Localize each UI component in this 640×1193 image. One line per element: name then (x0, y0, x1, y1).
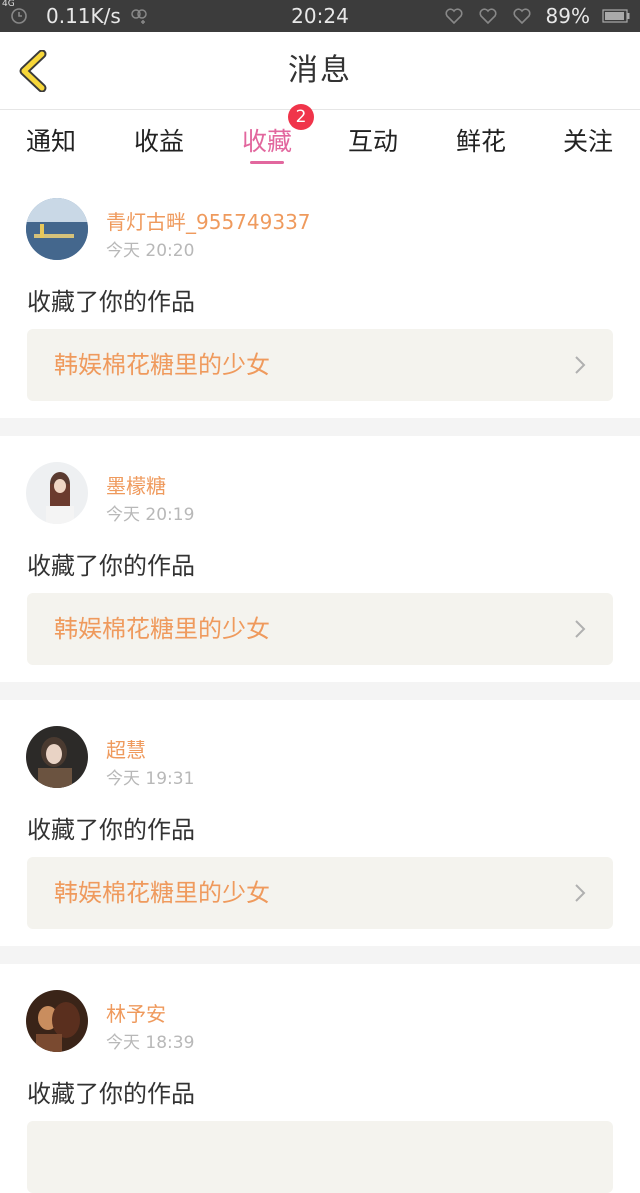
username[interactable]: 青灯古畔_955749337 (106, 206, 311, 235)
work-title: 韩娱棉花糖里的少女 (54, 879, 270, 907)
work-link[interactable]: 韩娱棉花糖里的少女 (27, 857, 613, 929)
tab-follow[interactable]: 关注 (543, 122, 633, 158)
chevron-right-icon (575, 884, 586, 902)
message-time: 今天 20:19 (106, 505, 195, 525)
nav-header: 消息 (0, 32, 640, 110)
work-link[interactable]: 韩娱棉花糖里的少女 (27, 329, 613, 401)
divider (0, 418, 640, 436)
tab-bar: 通知 收益 收藏 互动 鲜花 关注 (0, 110, 640, 176)
unread-badge: 2 (288, 104, 314, 130)
battery-icon (602, 9, 630, 23)
message-time: 今天 18:39 (106, 1033, 195, 1053)
tab-earnings[interactable]: 收益 (114, 122, 204, 158)
username[interactable]: 林予安 (106, 998, 166, 1027)
username[interactable]: 墨檬糖 (106, 470, 166, 499)
battery-percent: 89% (545, 4, 590, 28)
divider (0, 946, 640, 964)
heart-status-icon (513, 8, 531, 25)
work-link[interactable] (27, 1121, 613, 1193)
message-time: 今天 19:31 (106, 769, 195, 789)
chevron-right-icon (575, 620, 586, 638)
tab-interaction[interactable]: 互动 (328, 122, 418, 158)
action-text: 收藏了你的作品 (27, 552, 195, 580)
tab-flowers[interactable]: 鲜花 (436, 122, 526, 158)
message-card: 超慧 今天 19:31 收藏了你的作品 韩娱棉花糖里的少女 (0, 700, 640, 946)
message-card: 青灯古畔_955749337 今天 20:20 收藏了你的作品 韩娱棉花糖里的少… (0, 176, 640, 418)
action-text: 收藏了你的作品 (27, 1080, 195, 1108)
heart-status-icon (445, 8, 463, 25)
tab-notice[interactable]: 通知 (6, 122, 96, 158)
work-link[interactable]: 韩娱棉花糖里的少女 (27, 593, 613, 665)
page-title: 消息 (288, 53, 352, 88)
active-tab-indicator (250, 161, 284, 164)
message-card: 墨檬糖 今天 20:19 收藏了你的作品 韩娱棉花糖里的少女 (0, 436, 640, 682)
heart-status-icon (479, 8, 497, 25)
work-title: 韩娱棉花糖里的少女 (54, 351, 270, 379)
avatar[interactable] (26, 462, 88, 524)
username[interactable]: 超慧 (106, 734, 146, 763)
avatar[interactable] (26, 990, 88, 1052)
action-text: 收藏了你的作品 (27, 288, 195, 316)
avatar[interactable] (26, 198, 88, 260)
avatar[interactable] (26, 726, 88, 788)
work-title: 韩娱棉花糖里的少女 (54, 615, 270, 643)
divider (0, 682, 640, 700)
action-text: 收藏了你的作品 (27, 816, 195, 844)
message-card: 林予安 今天 18:39 收藏了你的作品 (0, 964, 640, 1193)
status-bar: 4G 0.11K/s 20:24 89% (0, 0, 640, 32)
chevron-right-icon (575, 356, 586, 374)
message-time: 今天 20:20 (106, 241, 195, 261)
